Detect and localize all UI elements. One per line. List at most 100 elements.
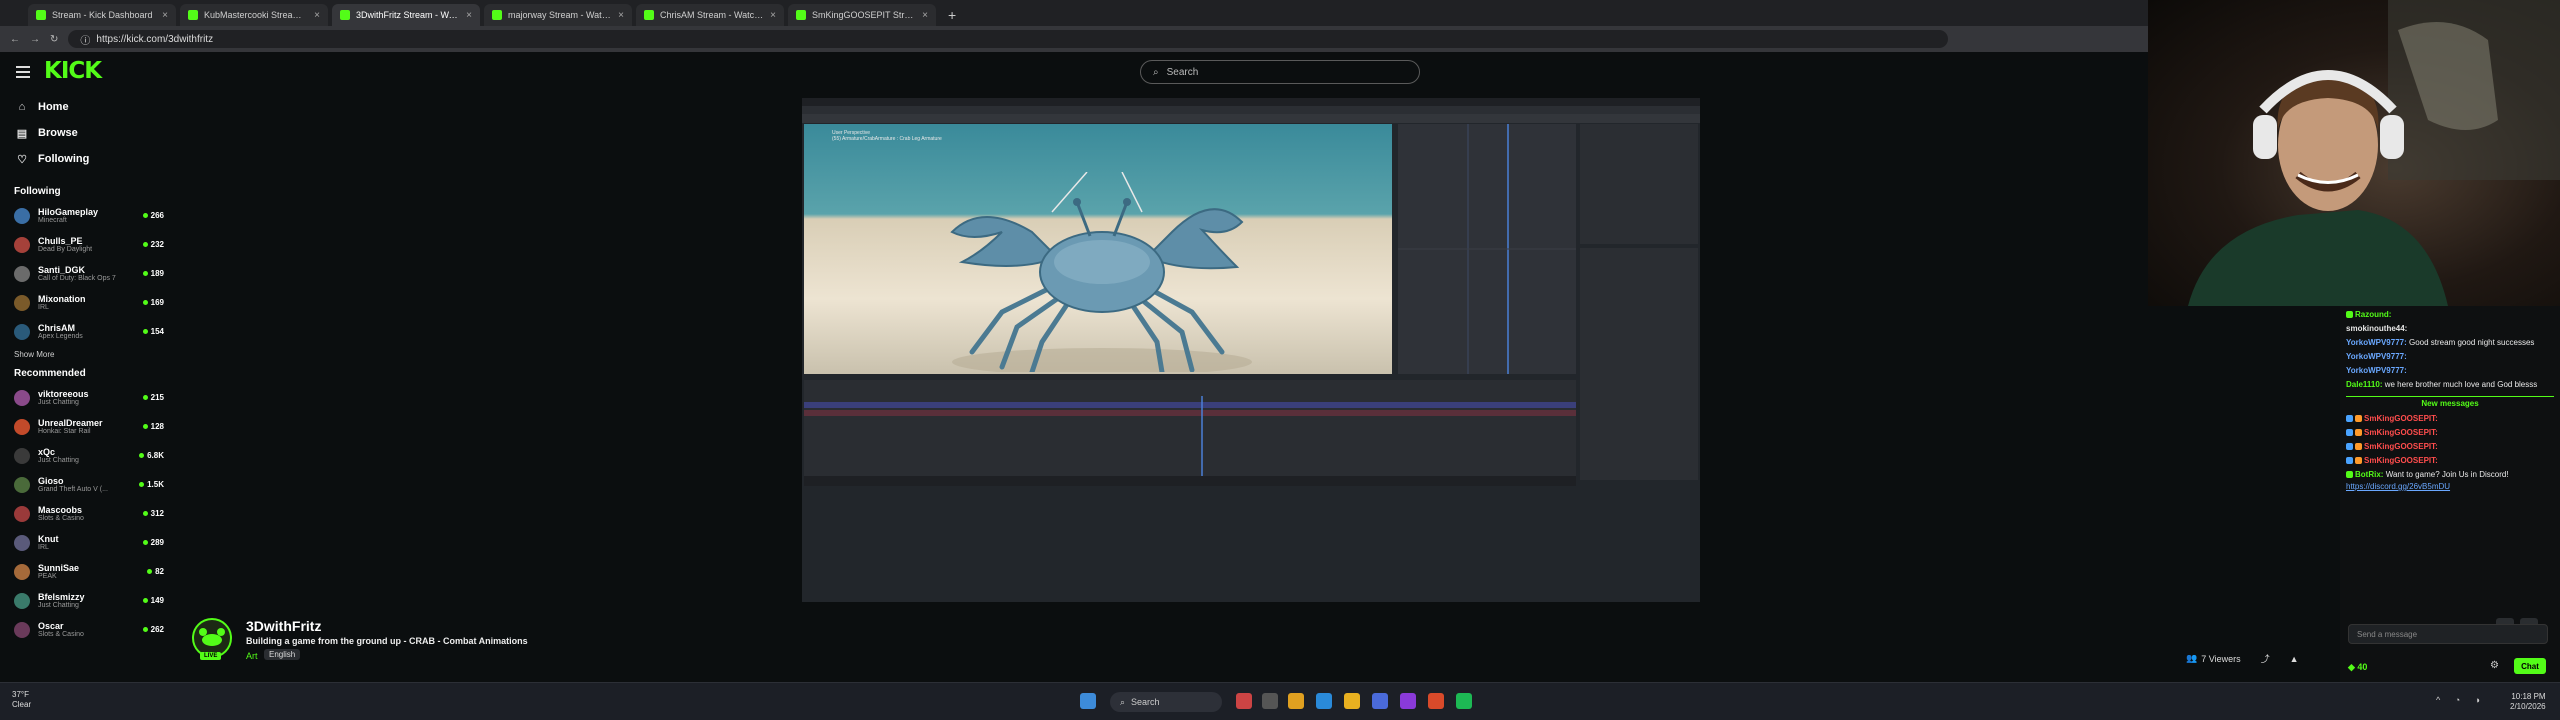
browser-tab[interactable]: KubMastercooki Stream - Watch Li×: [180, 4, 328, 26]
browser-icon[interactable]: [1316, 693, 1332, 709]
sub-badge-icon: [2346, 429, 2353, 437]
channel-viewers: 154: [142, 327, 164, 336]
app-icon[interactable]: [1372, 693, 1388, 709]
chat-input[interactable]: Send a message: [2348, 624, 2548, 644]
sidebar-channel[interactable]: Santi_DGK Call of Duty: Black Ops 7 189: [0, 259, 170, 288]
vip-badge-icon: [2355, 457, 2362, 465]
channel-name: Santi_DGK: [38, 265, 86, 275]
channel-avatar: [14, 323, 30, 340]
language-tag[interactable]: English: [264, 649, 301, 660]
folder-icon[interactable]: [1344, 693, 1360, 709]
share-icon[interactable]: ⤴: [2261, 652, 2270, 665]
url-field[interactable]: ⓘ https://kick.com/3dwithfritz: [68, 30, 1949, 48]
sidebar-channel[interactable]: HiloGameplay Minecraft 266: [0, 201, 170, 230]
sub-badge-icon: [2346, 443, 2353, 451]
browser-tab-active[interactable]: 3DwithFritz Stream - Watch Li×: [332, 4, 480, 26]
blender-3d-viewport[interactable]: User Perspective (55) Armature/CrabArmat…: [804, 124, 1392, 374]
spotify-icon[interactable]: [1456, 693, 1472, 709]
close-tab-icon[interactable]: ×: [162, 10, 168, 21]
video-player[interactable]: User Perspective (55) Armature/CrabArmat…: [802, 98, 1700, 602]
reload-icon[interactable]: ↻: [50, 34, 58, 45]
sidebar-channel[interactable]: Bfelsmizzy Just Chatting 149: [0, 586, 170, 615]
viewer-count: 👥 7 Viewers ⤴ ▲: [2186, 652, 2299, 665]
live-dot-icon: [142, 329, 148, 334]
recommended-section-title: Recommended: [14, 368, 86, 379]
channel-viewers: 169: [142, 298, 164, 307]
forward-arrow-icon[interactable]: →: [30, 34, 40, 45]
task-view-icon[interactable]: [1262, 693, 1278, 709]
weather-widget[interactable]: 37°F Clear: [12, 690, 31, 710]
properties-panel[interactable]: [1580, 248, 1698, 480]
sidebar-channel[interactable]: xQc Just Chatting 6.8K: [0, 441, 170, 470]
sidebar-channel[interactable]: Gioso Grand Theft Auto V (... 1.5K: [0, 470, 170, 499]
channel-game: Just Chatting: [38, 602, 79, 609]
search-input[interactable]: ⌕ Search: [1140, 60, 1420, 84]
system-tray[interactable]: ^ ◔ ◑: [2436, 695, 2486, 705]
close-tab-icon[interactable]: ×: [618, 10, 624, 21]
kick-favicon-icon: [796, 10, 806, 20]
sidebar-channel[interactable]: Oscar Slots & Casino 262: [0, 615, 170, 644]
stream-category[interactable]: Art: [246, 651, 258, 661]
blender-header: [802, 114, 1700, 123]
windows-start-icon[interactable]: [1080, 693, 1096, 709]
channel-game: Just Chatting: [38, 457, 79, 464]
sidebar-channel[interactable]: viktoreeous Just Chatting 215: [0, 383, 170, 412]
chat-settings-gear-icon[interactable]: ⚙: [2490, 660, 2499, 671]
channel-viewers: 312: [142, 509, 164, 518]
sidebar-channel[interactable]: Mixonation IRL 169: [0, 288, 170, 317]
taskbar-search[interactable]: ⌕ Search: [1110, 692, 1222, 712]
live-dot-icon: [142, 627, 148, 632]
sidebar-channel[interactable]: SunniSae PEAK 82: [0, 557, 170, 586]
following-list: HiloGameplay Minecraft 266 Chulls_PE Dead By…: [0, 201, 170, 346]
close-tab-icon[interactable]: ×: [770, 10, 776, 21]
live-dot-icon: [142, 424, 148, 429]
chat-send-button[interactable]: Chat: [2514, 658, 2546, 674]
nav-following[interactable]: ♡ Following: [0, 146, 170, 172]
taskbar-app-icon[interactable]: [1236, 693, 1252, 709]
close-tab-icon[interactable]: ×: [314, 10, 320, 21]
channel-game: Honkai: Star Rail: [38, 428, 91, 435]
blender-icon[interactable]: [1428, 693, 1444, 709]
browser-tab[interactable]: majorway Stream - Watch Live o×: [484, 4, 632, 26]
close-tab-icon[interactable]: ×: [466, 10, 472, 21]
channel-game: IRL: [38, 304, 49, 311]
channel-game: Call of Duty: Black Ops 7: [38, 275, 116, 282]
nav-browse[interactable]: ▤ Browse: [0, 120, 170, 146]
sidebar-channel[interactable]: ChrisAM Apex Legends 154: [0, 317, 170, 346]
new-messages-divider[interactable]: New messages: [2346, 396, 2554, 408]
file-explorer-icon[interactable]: [1288, 693, 1304, 709]
browser-tab[interactable]: SmKingGOOSEPIT Stream - Watch×: [788, 4, 936, 26]
channel-name: Knut: [38, 534, 59, 544]
live-dot-icon: [139, 482, 145, 487]
site-info-icon[interactable]: ⓘ: [80, 32, 90, 47]
obs-icon[interactable]: [1400, 693, 1416, 709]
following-section-title: Following: [14, 186, 61, 197]
back-arrow-icon[interactable]: ←: [10, 34, 20, 45]
show-more-link[interactable]: Show More: [0, 346, 170, 362]
sidebar-channel[interactable]: Chulls_PE Dead By Daylight 232: [0, 230, 170, 259]
kick-page: KICK ⌕ Search ⌂ Home ▤ Browse ♡ Following F…: [0, 52, 2148, 682]
outliner-panel[interactable]: [1580, 124, 1698, 244]
sidebar-channel[interactable]: UnrealDreamer Honkai: Star Rail 128: [0, 412, 170, 441]
close-tab-icon[interactable]: ×: [922, 10, 928, 21]
streamer-name[interactable]: 3DwithFritz: [246, 618, 321, 634]
kick-logo[interactable]: KICK: [44, 58, 102, 84]
timeline-dopesheet[interactable]: [804, 380, 1576, 486]
graph-editor-panel[interactable]: [1398, 124, 1576, 374]
live-dot-icon: [142, 242, 148, 247]
hamburger-menu-icon[interactable]: [16, 66, 30, 78]
browser-tab[interactable]: Stream - Kick Dashboard ×: [28, 4, 176, 26]
new-tab-plus-icon[interactable]: +: [940, 4, 964, 26]
vip-badge-icon: [2355, 443, 2362, 451]
sidebar-channel[interactable]: Mascoobs Slots & Casino 312: [0, 499, 170, 528]
channel-points[interactable]: ◆ 40: [2348, 662, 2367, 673]
sidebar-channel[interactable]: Knut IRL 289: [0, 528, 170, 557]
browse-icon: ▤: [16, 127, 28, 140]
taskbar-clock[interactable]: 10:18 PM 2/10/2026: [2510, 692, 2546, 712]
nav-home[interactable]: ⌂ Home: [0, 94, 170, 120]
browser-tab[interactable]: ChrisAM Stream - Watch Live on K×: [636, 4, 784, 26]
kick-favicon-icon: [36, 10, 46, 20]
channel-game: IRL: [38, 544, 49, 551]
channel-game: Slots & Casino: [38, 515, 84, 522]
more-options-icon[interactable]: ▲: [2290, 654, 2299, 664]
